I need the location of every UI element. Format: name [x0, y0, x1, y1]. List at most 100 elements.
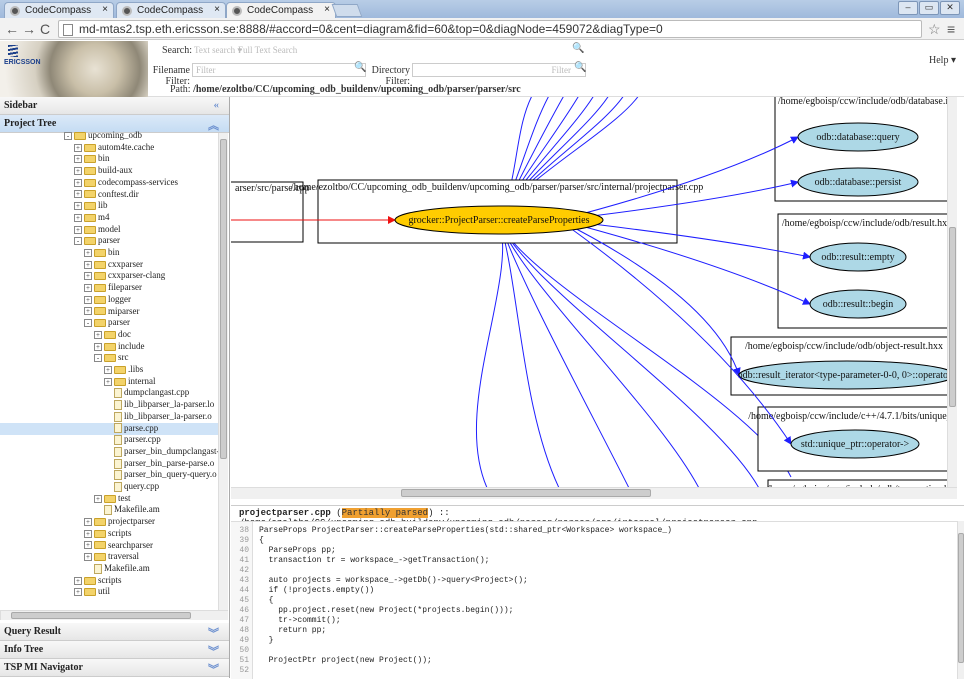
info-tree-header[interactable]: Info Tree ︾: [0, 641, 229, 659]
tree-folder-item[interactable]: - upcoming_odb: [64, 130, 142, 142]
tree-folder-item[interactable]: + doc: [94, 329, 131, 341]
expand-icon[interactable]: +: [74, 143, 82, 152]
expand-icon[interactable]: +: [84, 248, 92, 257]
expand-icon[interactable]: +: [84, 307, 92, 316]
tree-folder-item[interactable]: + scripts: [74, 575, 122, 587]
tree-vertical-scrollbar[interactable]: [218, 133, 228, 611]
chevron-down-icon[interactable]: ︾: [208, 643, 219, 659]
expand-icon[interactable]: +: [84, 518, 92, 527]
tsp-navigator-header[interactable]: TSP MI Navigator ︾: [0, 659, 229, 677]
browser-menu-icon[interactable]: ≡: [947, 21, 955, 37]
tree-folder-item[interactable]: + miparser: [84, 306, 140, 318]
expand-icon[interactable]: +: [94, 342, 102, 351]
chevron-down-icon[interactable]: ︾: [208, 661, 219, 677]
tree-folder-item[interactable]: + searchparser: [84, 540, 153, 552]
directory-search-icon[interactable]: 🔍: [574, 62, 586, 73]
address-bar[interactable]: md-mtas2.tsp.eth.ericsson.se:8888/#accor…: [58, 20, 922, 38]
code-vertical-scrollbar[interactable]: [957, 521, 964, 679]
tree-folder-item[interactable]: - parser: [84, 317, 130, 329]
tree-file-item[interactable]: parser_bin_parse-parse.o: [104, 458, 214, 470]
expand-icon[interactable]: +: [94, 494, 102, 503]
bookmark-star-icon[interactable]: ☆: [928, 21, 941, 38]
tree-file-item[interactable]: query.cpp: [104, 481, 159, 493]
new-tab-button[interactable]: [331, 4, 363, 17]
tree-folder-item[interactable]: + cxxparser: [84, 259, 143, 271]
diagram-vertical-scrollbar[interactable]: [947, 97, 957, 487]
close-tab-icon[interactable]: ×: [214, 4, 220, 15]
tree-folder-item[interactable]: + bin: [84, 247, 120, 259]
tree-folder-item[interactable]: + test: [94, 493, 131, 505]
tree-file-item[interactable]: lib_libparser_la-parser.lo: [104, 399, 214, 411]
tree-file-item[interactable]: parse.cpp: [0, 422, 218, 435]
tree-folder-item[interactable]: + projectparser: [84, 516, 155, 528]
back-icon[interactable]: ←: [5, 21, 19, 37]
tree-folder-item[interactable]: + autom4te.cache: [74, 142, 154, 154]
browser-tab-3-active[interactable]: CodeCompass ×: [226, 2, 336, 18]
expand-icon[interactable]: +: [84, 272, 92, 281]
expand-icon[interactable]: +: [84, 553, 92, 562]
expand-icon[interactable]: +: [74, 202, 82, 211]
expand-icon[interactable]: +: [84, 284, 92, 293]
expand-icon[interactable]: +: [74, 225, 82, 234]
expand-icon[interactable]: +: [84, 260, 92, 269]
reload-icon[interactable]: C: [40, 21, 50, 37]
tree-folder-item[interactable]: + include: [94, 341, 145, 353]
tree-folder-item[interactable]: + codecompass-services: [74, 177, 178, 189]
tree-folder-item[interactable]: + scripts: [84, 528, 132, 540]
maximize-button[interactable]: ▭: [919, 1, 939, 15]
minimize-button[interactable]: –: [898, 1, 918, 15]
tree-folder-item[interactable]: + bin: [74, 153, 110, 165]
expand-icon[interactable]: +: [74, 213, 82, 222]
tree-folder-item[interactable]: + lib: [74, 200, 108, 212]
tree-file-item[interactable]: dumpclangast.cpp: [104, 387, 189, 399]
expand-icon[interactable]: +: [104, 365, 112, 374]
tree-folder-item[interactable]: + conftest.dir: [74, 189, 139, 201]
expand-icon[interactable]: +: [74, 178, 82, 187]
browser-tab-1[interactable]: CodeCompass ×: [4, 2, 114, 18]
chevron-down-icon[interactable]: ︾: [208, 625, 219, 641]
collapse-icon[interactable]: -: [74, 237, 82, 246]
expand-icon[interactable]: +: [74, 167, 82, 176]
tree-folder-item[interactable]: + traversal: [84, 551, 139, 563]
search-type-select[interactable]: Text search ▾: [194, 45, 242, 56]
collapse-icon[interactable]: -: [64, 131, 72, 140]
tree-folder-item[interactable]: + m4: [74, 212, 110, 224]
tree-folder-item[interactable]: + .libs: [104, 364, 143, 376]
tree-folder-item[interactable]: + model: [74, 224, 121, 236]
directory-filter-input[interactable]: Filter: [412, 63, 586, 77]
expand-icon[interactable]: +: [74, 576, 82, 585]
code-editor[interactable]: 38 ParseProps ProjectParser::createParseP…: [231, 521, 957, 679]
tree-folder-item[interactable]: + logger: [84, 294, 131, 306]
collapse-icon[interactable]: -: [94, 354, 102, 363]
expand-icon[interactable]: +: [94, 330, 102, 339]
close-tab-icon[interactable]: ×: [324, 4, 330, 15]
query-result-header[interactable]: Query Result ︾: [0, 623, 229, 641]
close-tab-icon[interactable]: ×: [102, 4, 108, 15]
tree-file-item[interactable]: parser.cpp: [104, 434, 161, 446]
collapse-icon[interactable]: -: [84, 319, 92, 328]
collapse-left-icon[interactable]: «: [214, 99, 220, 111]
tree-folder-item[interactable]: + build-aux: [74, 165, 133, 177]
tree-folder-item[interactable]: + cxxparser-clang: [84, 270, 165, 282]
browser-tab-2[interactable]: CodeCompass ×: [116, 2, 226, 18]
expand-icon[interactable]: +: [74, 190, 82, 199]
tree-file-item[interactable]: Makefile.am: [84, 563, 150, 575]
tree-file-item[interactable]: Makefile.am: [94, 504, 160, 516]
forward-icon[interactable]: →: [22, 21, 36, 37]
tree-folder-item[interactable]: - src: [94, 352, 129, 364]
filename-filter-input[interactable]: Filter: [192, 63, 366, 77]
expand-icon[interactable]: +: [104, 377, 112, 386]
expand-icon[interactable]: +: [74, 588, 82, 597]
search-input[interactable]: Full Text Search: [238, 45, 297, 55]
tree-file-item[interactable]: lib_libparser_la-parser.o: [104, 411, 212, 423]
expand-icon[interactable]: +: [84, 541, 92, 550]
diagram-horizontal-scrollbar[interactable]: [231, 487, 957, 499]
tree-file-item[interactable]: parser_bin_query-query.o: [104, 469, 217, 481]
expand-icon[interactable]: +: [84, 529, 92, 538]
expand-icon[interactable]: +: [84, 295, 92, 304]
tree-folder-item[interactable]: - parser: [74, 235, 120, 247]
tree-folder-item[interactable]: + fileparser: [84, 282, 142, 294]
search-icon[interactable]: 🔍: [572, 43, 584, 54]
expand-icon[interactable]: +: [74, 155, 82, 164]
sidebar-header[interactable]: Sidebar «: [0, 97, 229, 115]
